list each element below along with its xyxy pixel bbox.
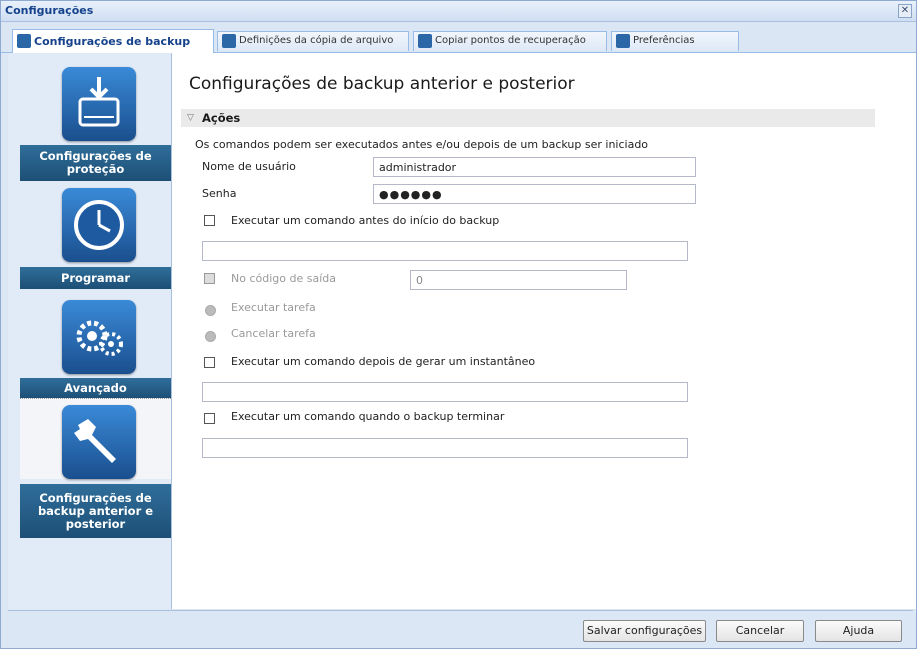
post-snapshot-field[interactable] <box>202 382 688 402</box>
wrench-icon <box>74 419 116 463</box>
sidebar-item-protection-label[interactable]: Configurações de proteção <box>20 145 171 181</box>
sidebar-item-pre-post[interactable] <box>62 405 136 479</box>
sidebar-item-schedule[interactable] <box>62 188 136 262</box>
sidebar-item-advanced[interactable] <box>62 300 136 374</box>
pre-command-checkbox[interactable] <box>204 215 215 226</box>
pre-command-field[interactable] <box>202 241 688 261</box>
footer-bar: Salvar configurações Cancelar Ajuda <box>8 610 913 647</box>
gears-icon <box>76 320 123 356</box>
username-field[interactable]: administrador <box>373 157 696 177</box>
file-copy-icon <box>222 34 236 48</box>
username-label: Nome de usuário <box>202 160 296 173</box>
recovery-point-icon <box>418 34 432 48</box>
tab-label: Preferências <box>633 35 695 46</box>
section-title: Ações <box>202 111 241 125</box>
protection-icon <box>78 77 120 127</box>
sidebar-item-pre-post-label[interactable]: Configurações de backup anterior e poste… <box>20 484 171 538</box>
schedule-icon <box>74 200 124 250</box>
sidebar-item-schedule-label[interactable]: Programar <box>20 267 171 289</box>
tab-preferences[interactable]: Preferências <box>611 31 739 51</box>
preferences-icon <box>616 34 630 48</box>
pre-command-label: Executar um comando antes do início do b… <box>231 214 500 227</box>
run-job-radio[interactable] <box>205 305 216 316</box>
page-title: Configurações de backup anterior e poste… <box>189 74 575 94</box>
close-icon[interactable]: ✕ <box>898 4 912 18</box>
cancel-job-label: Cancelar tarefa <box>231 327 316 340</box>
post-backup-label: Executar um comando quando o backup term… <box>231 410 505 423</box>
backup-icon <box>17 34 31 48</box>
tab-strip: Configurações de backup Definições da có… <box>1 22 916 53</box>
tab-label: Definições da cópia de arquivo <box>239 35 394 46</box>
sidebar-item-protection[interactable] <box>62 67 136 141</box>
tab-label: Copiar pontos de recuperação <box>435 35 586 46</box>
tab-label: Configurações de backup <box>34 35 191 48</box>
settings-window: Configurações ✕ Configurações de backup … <box>0 0 917 649</box>
collapse-caret-icon[interactable]: ▽ <box>187 113 194 123</box>
exit-code-field[interactable]: 0 <box>410 270 627 290</box>
sidebar: Configurações de proteção Programar Avan… <box>8 53 172 609</box>
save-button[interactable]: Salvar configurações <box>583 620 706 642</box>
exit-code-checkbox[interactable] <box>204 273 215 284</box>
description-text: Os comandos podem ser executados antes e… <box>195 138 649 151</box>
title-bar: Configurações ✕ <box>1 1 916 22</box>
cancel-job-radio[interactable] <box>205 331 216 342</box>
post-snapshot-checkbox[interactable] <box>204 357 215 368</box>
help-button[interactable]: Ajuda <box>815 620 902 642</box>
password-field[interactable]: ●●●●●● <box>373 184 696 204</box>
tab-file-copy[interactable]: Definições da cópia de arquivo <box>217 31 409 51</box>
run-job-label: Executar tarefa <box>231 301 316 314</box>
post-backup-checkbox[interactable] <box>204 413 215 424</box>
window-title: Configurações <box>5 4 94 17</box>
post-backup-field[interactable] <box>202 438 688 458</box>
post-snapshot-label: Executar um comando depois de gerar um i… <box>231 355 536 368</box>
sidebar-item-advanced-label[interactable]: Avançado <box>20 378 171 399</box>
tab-backup-settings[interactable]: Configurações de backup <box>12 29 214 53</box>
tab-copy-recovery-points[interactable]: Copiar pontos de recuperação <box>413 31 607 51</box>
main-panel: Configurações de backup anterior e poste… <box>172 53 916 609</box>
cancel-button[interactable]: Cancelar <box>716 620 804 642</box>
actions-section-header[interactable]: ▽ Ações <box>181 109 875 127</box>
exit-code-label: No código de saída <box>231 272 336 285</box>
password-label: Senha <box>202 187 237 200</box>
